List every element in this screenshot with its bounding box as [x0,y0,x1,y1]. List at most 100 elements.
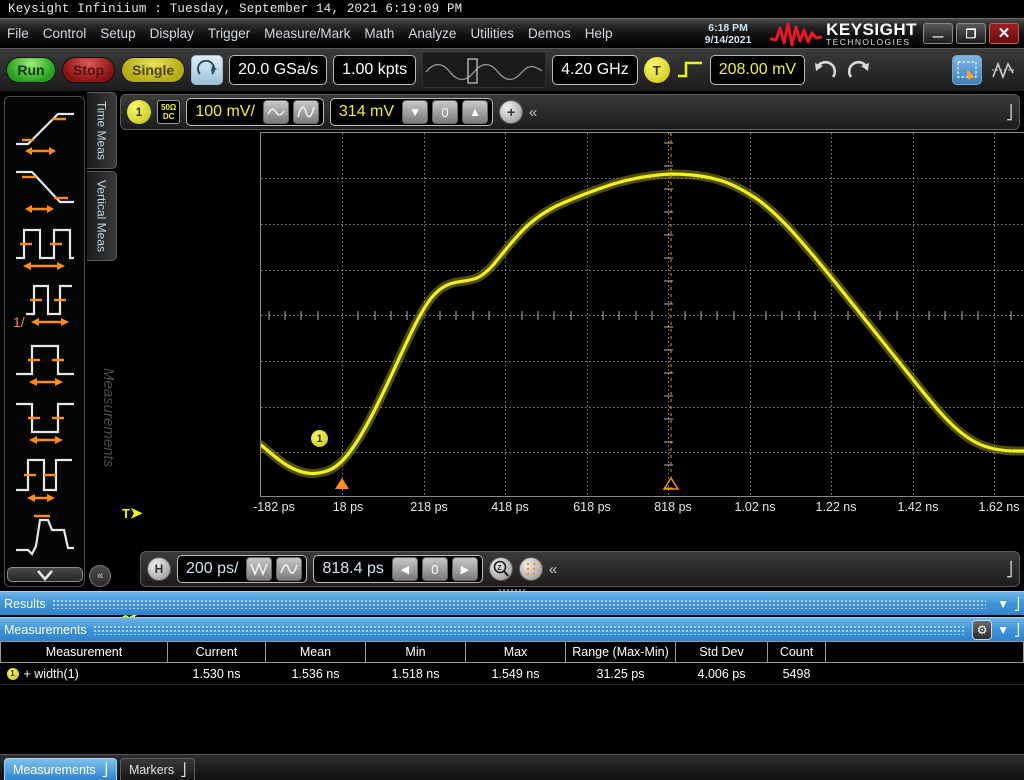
clear-display-button[interactable] [191,55,223,85]
cell-min: 1.518 ns [366,663,466,685]
menu-item-analyze[interactable]: Analyze [401,19,463,49]
results-drag-dots[interactable] [52,599,986,609]
bandwidth-field[interactable]: 4.20 GHz [552,55,638,85]
period-icon[interactable] [9,217,81,275]
table-row[interactable]: 1+ width(1) 1.530 ns 1.536 ns 1.518 ns 1… [1,663,1024,685]
rising-edge-icon [677,59,703,81]
overshoot-icon[interactable] [9,507,81,565]
menu-item-setup[interactable]: Setup [93,19,142,49]
delay-value[interactable]: 818.4 ps [322,560,383,578]
waveform-channel-bubble[interactable]: 1 [311,430,328,447]
menu-item-measure-mark[interactable]: Measure/Mark [257,19,357,49]
memory-depth-field[interactable]: 1.00 kpts [333,55,416,85]
duty-cycle-icon[interactable] [9,449,81,507]
col-range[interactable]: Range (Max-Min) [566,642,676,663]
measurement-icon-column: 1/ [4,96,85,587]
measurements-drag-dots[interactable] [93,625,966,635]
offset-decrease-button[interactable]: ▼ [402,100,428,124]
waveform-graticule[interactable]: 1 M → -34 [260,132,1024,497]
autoscale-button[interactable] [988,55,1018,85]
frequency-icon[interactable]: 1/ [9,275,81,333]
results-collapse-icon[interactable]: ▼ [997,597,1009,611]
menu-item-display[interactable]: Display [143,19,201,49]
zoom-button[interactable]: Z [489,557,513,581]
delay-zero-button[interactable]: 0 [422,557,448,581]
tab-markers-pin-icon[interactable]: ⎦ [180,762,186,777]
measurements-collapse-icon[interactable]: ▼ [997,623,1009,637]
offset-increase-button[interactable]: ▲ [462,100,488,124]
trigger-edge-button[interactable] [676,57,704,83]
time-per-div-value[interactable]: 200 ps/ [186,560,238,578]
offset-zero-button[interactable]: 0 [432,100,458,124]
col-count[interactable]: Count [768,642,826,663]
single-button[interactable]: Single [121,57,185,83]
rise-time-icon[interactable] [9,101,81,159]
col-stddev[interactable]: Std Dev [676,642,768,663]
channel-coupling-button[interactable]: 50Ω DC [157,100,180,124]
col-measurement[interactable]: Measurement [1,642,168,663]
sample-rate-field[interactable]: 20.0 GSa/s [229,55,327,85]
menu-item-control[interactable]: Control [36,19,94,49]
menu-item-trigger[interactable]: Trigger [201,19,257,49]
wave-mode-button[interactable] [276,557,302,581]
scroll-down-button[interactable] [7,567,83,582]
cell-measurement-name[interactable]: 1+ width(1) [1,663,168,685]
add-channel-button[interactable]: + [499,100,523,124]
stop-button[interactable]: Stop [62,57,115,83]
offset-value[interactable]: 314 mV [339,103,394,121]
minimize-icon: — [933,32,944,43]
menu-item-utilities[interactable]: Utilities [463,19,521,49]
t-tick-6: 1.02 ns [734,500,775,514]
trigger-badge[interactable]: T [644,57,670,83]
positive-width-icon[interactable] [9,333,81,391]
channel-collapse-button[interactable]: « [529,104,537,121]
col-mean[interactable]: Mean [266,642,366,663]
col-min[interactable]: Min [366,642,466,663]
horizontal-badge[interactable]: H [147,557,171,581]
measurements-table: Measurement Current Mean Min Max Range (… [0,641,1024,685]
menu-item-help[interactable]: Help [578,19,620,49]
volts-per-div-value[interactable]: 100 mV/ [195,103,255,121]
ac-coupling-button[interactable] [263,100,289,124]
channel-1-button[interactable]: 1 [127,100,151,124]
close-button[interactable]: ✕ [989,23,1019,44]
clock-time: 6:18 PM [692,22,764,34]
delay-next-button[interactable]: ▶ [452,557,478,581]
cell-mean: 1.536 ns [266,663,366,685]
menu-item-math[interactable]: Math [357,19,401,49]
tab-markers[interactable]: Markers ⎦ [120,758,195,780]
restore-button[interactable]: ❐ [956,23,986,44]
dc-coupling-button[interactable] [293,100,319,124]
negative-width-icon[interactable] [9,391,81,449]
col-max[interactable]: Max [466,642,566,663]
horizontal-collapse-button[interactable]: « [549,561,557,578]
roll-mode-button[interactable] [519,557,543,581]
tab-vertical-meas[interactable]: Vertical Meas [87,171,117,261]
minimize-button[interactable]: — [923,23,953,44]
tab-measurements[interactable]: Measurements ⎦ [4,758,117,780]
main-toolbar: Run Stop Single 20.0 GSa/s 1.00 kpts 4.2… [0,48,1024,92]
tab-time-meas[interactable]: Time Meas [87,92,117,169]
marquee-select-button[interactable] [952,55,982,85]
results-pin-icon[interactable]: ⎦ [1014,597,1020,611]
col-current[interactable]: Current [168,642,266,663]
xy-mode-button[interactable] [246,557,272,581]
measurements-pin-icon[interactable]: ⎦ [1014,623,1020,637]
horizontal-pin-icon[interactable]: ⎦ [1006,561,1013,578]
redo-button[interactable] [845,56,873,84]
system-clock: 6:18 PM 9/14/2021 [692,22,770,46]
collapse-panel-button[interactable]: « [89,565,111,587]
tab-measurements-pin-icon[interactable]: ⎦ [102,762,108,777]
gear-icon[interactable]: ⚙ [972,620,992,640]
trigger-level-marker[interactable]: T➤ [122,504,143,522]
fall-time-icon[interactable] [9,159,81,217]
run-button[interactable]: Run [6,57,56,83]
delay-previous-button[interactable]: ◀ [392,557,418,581]
undo-button[interactable] [811,56,839,84]
menu-item-demos[interactable]: Demos [521,19,578,49]
trigger-level-field[interactable]: 208.00 mV [710,55,805,85]
window-title-text: Keysight Infiniium : Tuesday, September … [8,2,462,16]
channel-pin-icon[interactable]: ⎦ [1006,104,1013,121]
menu-item-file[interactable]: File [0,19,36,49]
t-tick-1: 18 ps [333,500,364,514]
